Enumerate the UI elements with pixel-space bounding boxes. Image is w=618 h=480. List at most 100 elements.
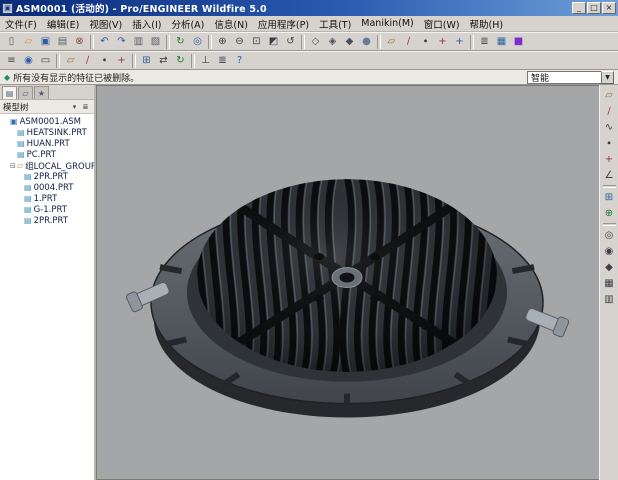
datum-point-toggle[interactable]: ∙ [417, 34, 434, 50]
zoom-out-button[interactable]: ⊖ [231, 34, 248, 50]
tree-item-0004[interactable]: ▤ 0004.PRT [0, 182, 94, 193]
main-toolbar: ▯ ▱ ▣ ▤ ⊗ ↶ ↷ ▥ ▨ ↻ ◎ ⊕ ⊖ ⊡ ◩ ↺ ◇ ◈ ◆ ● ▱ ∕ ∙ + + ≣ ▦ ■ [0, 32, 618, 51]
tab-favorites[interactable]: ★ [34, 86, 49, 99]
zoom-in-button[interactable]: ⊕ [214, 34, 231, 50]
layer-button[interactable]: ≣ [476, 34, 493, 50]
spin-center-toggle[interactable]: + [451, 34, 468, 50]
menu-help[interactable]: 帮助(H) [465, 16, 509, 32]
copy-button[interactable]: ▥ [130, 34, 147, 50]
message-text: 所有没有显示的特征已被删除。 [13, 73, 140, 84]
shaded-button[interactable]: ● [358, 34, 375, 50]
no-hidden-button[interactable]: ◆ [341, 34, 358, 50]
tree-settings-dropdown-button[interactable]: ≣ [80, 101, 91, 112]
minimize-button[interactable]: _ [572, 2, 586, 14]
menu-applications[interactable]: 应用程序(P) [253, 16, 314, 32]
tab-model-tree[interactable]: ▤ [2, 86, 17, 99]
tree-item-1[interactable]: ▤ 1.PRT [0, 193, 94, 204]
tree-item-label: PC.PRT [26, 149, 56, 160]
csys-toggle[interactable]: + [434, 34, 451, 50]
group-icon: ▱ [17, 161, 24, 170]
separator [191, 53, 195, 68]
hidden-line-button[interactable]: ◈ [324, 34, 341, 50]
separator [166, 34, 170, 49]
tree-item-heatsink[interactable]: ▤ HEATSINK.PRT [0, 127, 94, 138]
axis-display-button[interactable]: ∕ [79, 53, 96, 69]
tree-item-label: 2PR.PRT [33, 171, 69, 182]
info-button[interactable]: ◉ [20, 53, 37, 69]
menu-view[interactable]: 视图(V) [84, 16, 127, 32]
3d-viewport[interactable] [96, 85, 599, 480]
model-tree-title: 模型树 [3, 102, 29, 113]
selection-filter-value[interactable]: 智能 [527, 70, 601, 84]
drag-component-button[interactable]: ⇄ [155, 53, 172, 69]
print-button[interactable]: ▤ [54, 34, 71, 50]
repaint-button[interactable]: ◩ [265, 34, 282, 50]
annotation-button[interactable]: ▭ [37, 53, 54, 69]
datum-point-tool[interactable]: ∙ [601, 136, 617, 151]
erase-not-displayed-button[interactable]: ⊗ [71, 34, 88, 50]
menu-analysis[interactable]: 分析(A) [166, 16, 209, 32]
open-button[interactable]: ▱ [20, 34, 37, 50]
menu-info[interactable]: 信息(N) [209, 16, 253, 32]
find-button[interactable]: ◎ [189, 34, 206, 50]
datum-axis-toggle[interactable]: ∕ [400, 34, 417, 50]
regenerate-manager-button[interactable]: ↻ [172, 53, 189, 69]
point-display-button[interactable]: ∙ [96, 53, 113, 69]
selection-filter-dropdown-icon[interactable]: ▼ [601, 70, 614, 84]
menu-file[interactable]: 文件(F) [0, 16, 42, 32]
tree-item-huan[interactable]: ▤ HUAN.PRT [0, 138, 94, 149]
redo-button[interactable]: ↷ [113, 34, 130, 50]
tree-item-asm0001[interactable]: ▣ ASM0001.ASM [0, 116, 94, 127]
status-diamond-icon: ◆ [4, 72, 11, 82]
view-manager-button[interactable]: ▦ [493, 34, 510, 50]
tree-item-local-group[interactable]: ⊟ ▱ 组LOCAL_GROUP [0, 160, 94, 172]
pattern-tool[interactable]: ▦ [601, 276, 617, 291]
title-bar[interactable]: ▣ ASM0001 (活动的) - Pro/ENGINEER Wildfire … [0, 0, 618, 16]
create-component-tool[interactable]: ⊕ [601, 206, 617, 221]
help-button[interactable]: ? [231, 53, 248, 69]
regenerate-button[interactable]: ↻ [172, 34, 189, 50]
datum-plane-tool[interactable]: ▱ [601, 88, 617, 103]
chamfer-tool[interactable]: ◆ [601, 260, 617, 275]
round-tool[interactable]: ◉ [601, 244, 617, 259]
undo-button[interactable]: ↶ [96, 34, 113, 50]
menu-window[interactable]: 窗口(W) [419, 16, 465, 32]
close-button[interactable]: × [602, 2, 616, 14]
datum-curve-tool[interactable]: ∿ [601, 120, 617, 135]
tree-item-pc[interactable]: ▤ PC.PRT [0, 149, 94, 160]
csys-display-button[interactable]: + [113, 53, 130, 69]
hole-tool[interactable]: ◎ [601, 228, 617, 243]
tree-item-2pr-1[interactable]: ▤ 2PR.PRT [0, 171, 94, 182]
new-button[interactable]: ▯ [3, 34, 20, 50]
view-normal-button[interactable]: ⊥ [197, 53, 214, 69]
wireframe-button[interactable]: ◇ [307, 34, 324, 50]
menu-insert[interactable]: 插入(I) [127, 16, 166, 32]
assemble-component-tool[interactable]: ⊞ [601, 190, 617, 205]
menu-edit[interactable]: 编辑(E) [42, 16, 84, 32]
tree-show-dropdown-button[interactable]: ▾ [69, 101, 80, 112]
render-button[interactable]: ■ [510, 34, 527, 50]
menu-manikin[interactable]: Manikin(M) [356, 17, 418, 30]
navigator-tabs: ▤ ▱ ★ [0, 85, 94, 100]
tree-item-g1[interactable]: ▤ G-1.PRT [0, 204, 94, 215]
menu-tools[interactable]: 工具(T) [314, 16, 356, 32]
datum-plane-toggle[interactable]: ▱ [383, 34, 400, 50]
message-area: ◆ 所有没有显示的特征已被删除。 智能 ▼ [0, 70, 618, 85]
sketch-tool[interactable]: ∠ [601, 168, 617, 183]
tab-folder-browser[interactable]: ▱ [18, 86, 33, 99]
csys-tool[interactable]: + [601, 152, 617, 167]
paste-button[interactable]: ▨ [147, 34, 164, 50]
expander-icon[interactable]: ⊟ [10, 162, 17, 170]
component-placement-button[interactable]: ⊞ [138, 53, 155, 69]
plane-display-button[interactable]: ▱ [62, 53, 79, 69]
settings-button[interactable]: ≣ [214, 53, 231, 69]
tree-item-label: 2PR.PRT [33, 215, 69, 226]
refit-button[interactable]: ⊡ [248, 34, 265, 50]
mirror-tool[interactable]: ▥ [601, 292, 617, 307]
reorient-button[interactable]: ↺ [282, 34, 299, 50]
save-button[interactable]: ▣ [37, 34, 54, 50]
model-tree-toggle-button[interactable]: ≡ [3, 53, 20, 69]
datum-axis-tool[interactable]: ∕ [601, 104, 617, 119]
maximize-button[interactable]: □ [587, 2, 601, 14]
tree-item-2pr-2[interactable]: ▤ 2PR.PRT [0, 215, 94, 226]
